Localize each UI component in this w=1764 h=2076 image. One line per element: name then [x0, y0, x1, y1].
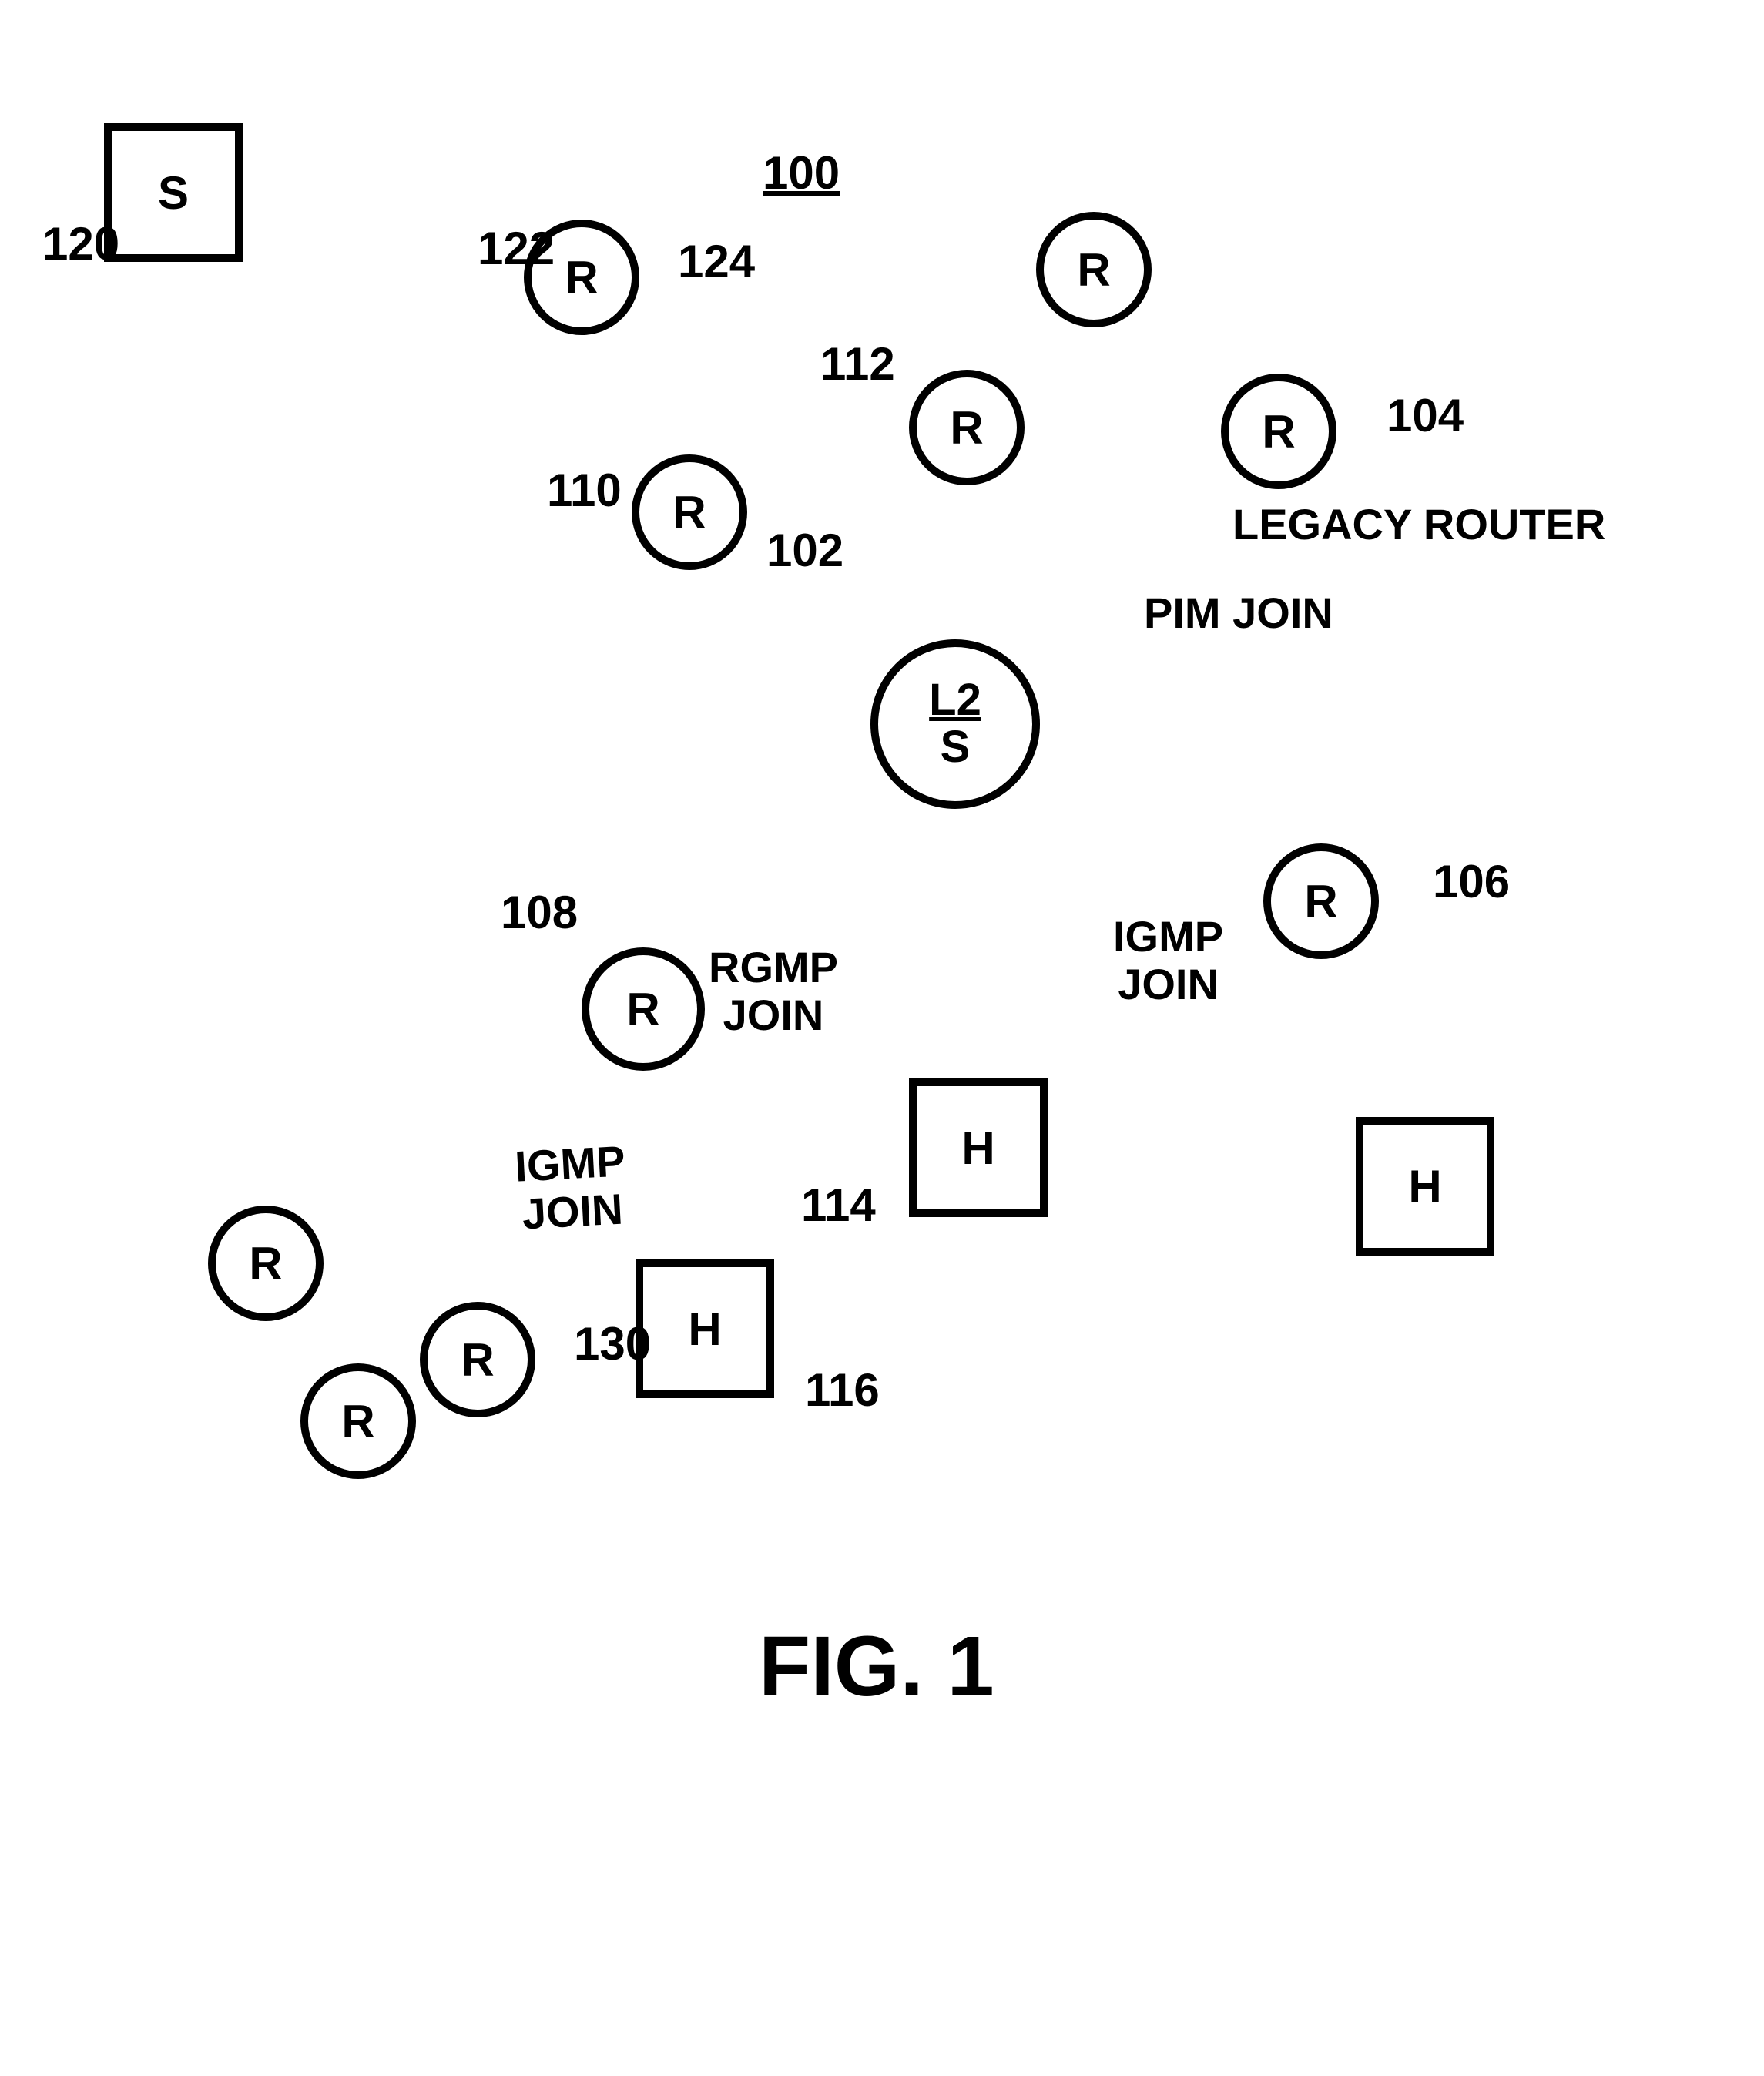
ref-116: 116: [805, 1363, 880, 1417]
node-label: R: [565, 251, 598, 304]
node-label: R: [626, 983, 659, 1036]
annotation-igmp-join-2: IGMPJOIN: [514, 1137, 629, 1238]
node-label: H: [1408, 1160, 1441, 1213]
ref-130: 130: [574, 1317, 651, 1370]
host-right: H: [1356, 1117, 1494, 1256]
source-node: S: [104, 123, 243, 262]
node-label: R: [461, 1333, 494, 1387]
ref-104: 104: [1387, 389, 1464, 442]
router-top: R: [1036, 212, 1152, 327]
node-label: R: [950, 401, 983, 454]
host-114: H: [909, 1078, 1048, 1217]
ref-108: 108: [501, 886, 578, 939]
annotation-pim-join: PIM JOIN: [1144, 589, 1333, 637]
router-130: R: [420, 1302, 535, 1417]
figure-id: 100: [763, 146, 840, 200]
ref-122: 122: [478, 222, 555, 275]
figure-caption: FIG. 1: [759, 1618, 994, 1715]
router-112: R: [909, 370, 1025, 485]
figure-canvas: S R R R R R L2S R R H H H R R R 100: [0, 0, 1764, 2076]
cloud-icon: [222, 279, 505, 484]
node-label: R: [672, 486, 706, 539]
node-label: H: [688, 1303, 721, 1356]
node-label: R: [341, 1395, 374, 1448]
ref-112: 112: [820, 337, 895, 391]
node-label: R: [1077, 243, 1110, 297]
router-110: R: [632, 454, 747, 570]
ref-120: 120: [42, 217, 119, 270]
node-label: L2S: [929, 677, 981, 771]
ref-102: 102: [766, 524, 843, 577]
ref-106: 106: [1433, 855, 1510, 908]
router-bus1: R: [208, 1206, 324, 1321]
ref-124: 124: [678, 235, 755, 288]
host-116: H: [636, 1259, 774, 1398]
ref-110: 110: [547, 464, 622, 517]
annotation-legacy-router: LEGACY ROUTER: [1232, 501, 1605, 548]
switch-102: L2S: [870, 639, 1040, 809]
node-label: R: [1304, 875, 1337, 928]
annotation-rgmp-join: RGMPJOIN: [709, 944, 838, 1038]
router-104: R: [1221, 374, 1336, 489]
node-label: R: [249, 1237, 282, 1290]
node-label: R: [1262, 405, 1295, 458]
ref-114: 114: [801, 1179, 876, 1232]
annotation-igmp-join: IGMPJOIN: [1113, 913, 1223, 1008]
node-label: S: [158, 166, 189, 220]
diagram-edges: [0, 0, 1764, 2076]
node-label: H: [961, 1122, 994, 1175]
router-bus2: R: [300, 1363, 416, 1479]
router-108: R: [582, 947, 705, 1071]
router-106: R: [1263, 843, 1379, 959]
